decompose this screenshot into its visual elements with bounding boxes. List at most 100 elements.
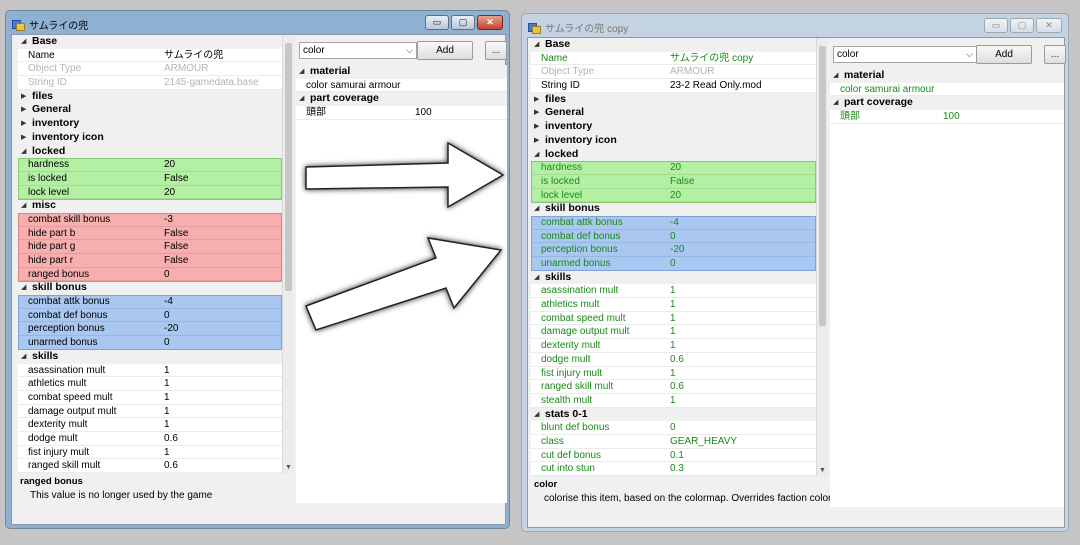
triangle-down-icon[interactable]: ◢ <box>299 65 304 79</box>
property-value[interactable]: 0 <box>670 257 676 271</box>
property-row[interactable]: combat attk bonus -4 <box>18 295 282 309</box>
property-value[interactable]: 0.6 <box>670 380 684 394</box>
triangle-down-icon[interactable]: ◢ <box>833 96 838 110</box>
property-value[interactable]: 23-2 Read Only.mod <box>670 79 762 93</box>
property-value[interactable]: 1 <box>164 405 170 419</box>
property-row[interactable]: String ID 23-2 Read Only.mod <box>531 79 816 93</box>
property-value[interactable]: False <box>164 254 188 268</box>
property-value[interactable]: 1 <box>164 377 170 391</box>
property-value[interactable]: 1 <box>164 418 170 432</box>
chevron-down-icon[interactable]: ⌵ <box>406 43 413 58</box>
triangle-right-icon[interactable]: ▶ <box>21 103 26 117</box>
property-grid[interactable]: ◢ Base Name サムライの兜 Object Type ARMOUR String I… <box>18 35 282 473</box>
category-base[interactable]: ◢ Base <box>531 38 816 52</box>
category-part-coverage[interactable]: ◢ part coverage <box>830 96 1064 111</box>
property-row[interactable]: asassination mult 1 <box>18 364 282 378</box>
triangle-down-icon[interactable]: ◢ <box>534 148 539 162</box>
property-value[interactable]: 1 <box>670 284 676 298</box>
add-button[interactable]: Add <box>976 45 1032 64</box>
property-value[interactable]: 0 <box>670 421 676 435</box>
category-skills[interactable]: ◢ skills <box>18 349 282 364</box>
property-value[interactable]: False <box>164 172 188 186</box>
property-row[interactable]: lock level 20 <box>18 185 282 200</box>
property-row[interactable]: fist injury mult 1 <box>18 446 282 460</box>
triangle-down-icon[interactable]: ◢ <box>21 199 26 213</box>
property-row[interactable]: hide part g False <box>18 240 282 254</box>
property-row[interactable]: damage output mult 1 <box>531 325 816 340</box>
property-value[interactable]: 1 <box>164 391 170 405</box>
property-value[interactable]: 0 <box>164 268 170 282</box>
triangle-right-icon[interactable]: ▶ <box>534 134 539 148</box>
property-value[interactable]: 0.6 <box>164 459 178 473</box>
property-value[interactable]: 1 <box>164 364 170 378</box>
property-value[interactable]: 1 <box>670 298 676 312</box>
close-button[interactable]: ✕ <box>1036 18 1062 33</box>
category-base[interactable]: ◢ Base <box>18 35 282 49</box>
scroll-down-icon[interactable]: ▼ <box>817 467 828 474</box>
property-row[interactable]: cut into stun 0.3 <box>531 462 816 476</box>
property-value[interactable]: 1 <box>670 367 676 381</box>
property-value[interactable]: 0 <box>670 230 676 244</box>
property-value[interactable]: 20 <box>164 158 175 172</box>
property-value[interactable]: サムライの兜 <box>164 49 223 63</box>
category-material[interactable]: ◢ material <box>830 69 1064 83</box>
triangle-down-icon[interactable]: ◢ <box>534 38 539 52</box>
category-general[interactable]: ▶ General <box>531 106 816 121</box>
triangle-down-icon[interactable]: ◢ <box>534 271 539 285</box>
triangle-right-icon[interactable]: ▶ <box>534 106 539 120</box>
property-value[interactable]: -20 <box>164 322 178 336</box>
triangle-down-icon[interactable]: ◢ <box>21 281 26 295</box>
category-inventory-icon[interactable]: ▶ inventory icon <box>18 130 282 145</box>
property-row[interactable]: athletics mult 1 <box>531 298 816 312</box>
triangle-down-icon[interactable]: ◢ <box>833 69 838 83</box>
more-button[interactable]: ... <box>1044 45 1066 64</box>
right-window-titlebar[interactable]: サムライの兜 copy <box>528 18 628 36</box>
property-row[interactable]: dodge mult 0.6 <box>18 432 282 446</box>
property-row[interactable]: is locked False <box>18 171 282 186</box>
property-row[interactable]: color samurai armour <box>296 79 507 93</box>
property-row[interactable]: ranged bonus 0 <box>18 267 282 282</box>
category-skills[interactable]: ◢ skills <box>531 270 816 285</box>
triangle-down-icon[interactable]: ◢ <box>21 350 26 364</box>
triangle-right-icon[interactable]: ▶ <box>21 117 26 131</box>
category-locked[interactable]: ◢ locked <box>18 144 282 159</box>
property-value[interactable]: 1 <box>670 312 676 326</box>
property-value[interactable]: False <box>670 175 694 189</box>
property-value[interactable]: 0 <box>164 309 170 323</box>
category-locked[interactable]: ◢ locked <box>531 147 816 162</box>
property-value[interactable]: 100 <box>943 110 960 124</box>
triangle-right-icon[interactable]: ▶ <box>534 120 539 134</box>
property-row[interactable]: fist injury mult 1 <box>531 367 816 381</box>
property-row[interactable]: hardness 20 <box>531 161 816 175</box>
property-row[interactable]: unarmed bonus 0 <box>531 257 816 271</box>
property-value[interactable]: False <box>164 227 188 241</box>
property-row[interactable]: unarmed bonus 0 <box>18 336 282 350</box>
property-grid[interactable]: ◢ Base Name サムライの兜 copy Object Type ARMOUR Str… <box>531 38 816 476</box>
maximize-button[interactable]: ▢ <box>451 15 475 30</box>
property-value[interactable]: 1 <box>670 339 676 353</box>
scroll-down-icon[interactable]: ▼ <box>283 464 294 471</box>
category-general[interactable]: ▶ General <box>18 103 282 118</box>
property-value[interactable]: 0 <box>164 336 170 350</box>
property-value[interactable]: -3 <box>164 213 173 227</box>
scrollbar-thumb[interactable] <box>285 43 292 291</box>
property-value[interactable]: 0.6 <box>670 353 684 367</box>
property-value[interactable]: False <box>164 240 188 254</box>
property-row[interactable]: perception bonus -20 <box>531 243 816 257</box>
property-row[interactable]: perception bonus -20 <box>18 322 282 337</box>
category-files[interactable]: ▶ files <box>531 92 816 107</box>
property-row[interactable]: Name サムライの兜 <box>18 49 282 63</box>
property-row[interactable]: hide part b False <box>18 226 282 241</box>
property-value[interactable]: 100 <box>415 106 432 120</box>
property-value[interactable]: GEAR_HEAVY <box>670 435 737 449</box>
property-value[interactable]: -4 <box>164 295 173 309</box>
property-row[interactable]: Object Type ARMOUR <box>531 65 816 80</box>
category-part-coverage[interactable]: ◢ part coverage <box>296 92 507 107</box>
property-combo[interactable]: color ⌵ <box>833 46 977 63</box>
property-row[interactable]: dexterity mult 1 <box>18 418 282 432</box>
property-value[interactable]: 1 <box>670 394 676 408</box>
property-value[interactable]: 1 <box>164 446 170 460</box>
category-files[interactable]: ▶ files <box>18 89 282 104</box>
property-value[interactable]: ARMOUR <box>670 65 714 79</box>
property-value[interactable]: サムライの兜 copy <box>670 52 753 66</box>
